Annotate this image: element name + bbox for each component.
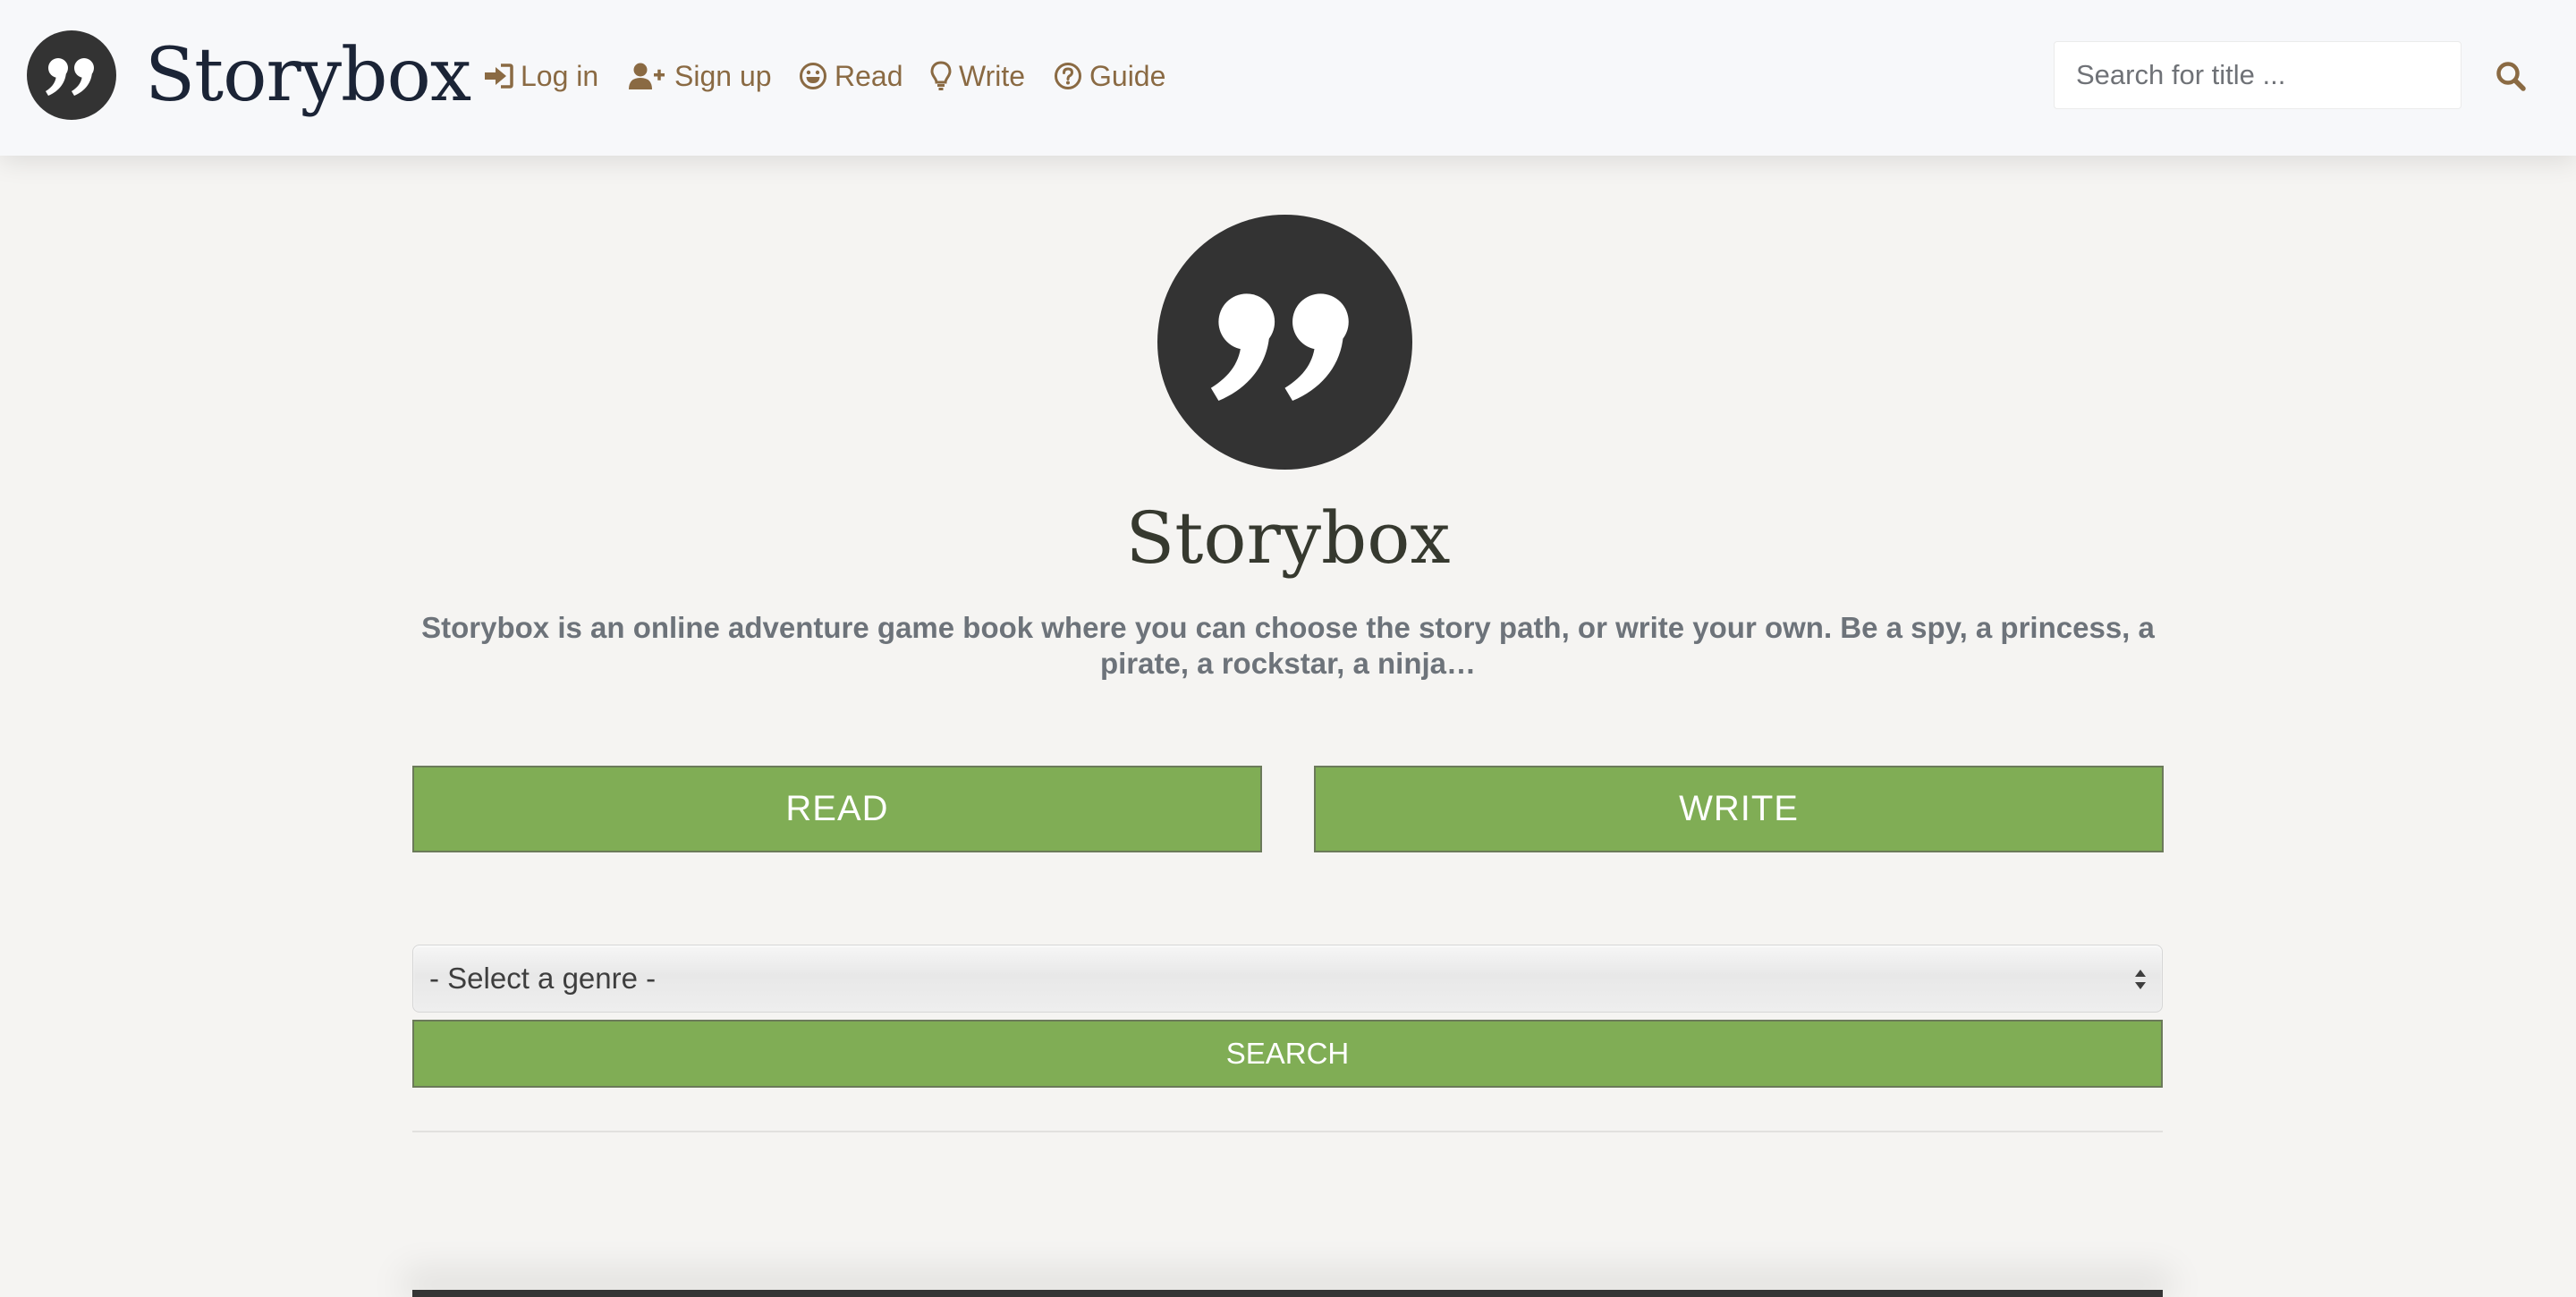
user-plus-icon: [629, 63, 665, 89]
nav-signup-link[interactable]: Sign up: [628, 54, 772, 98]
search-icon: [2496, 62, 2526, 91]
nav-guide-link[interactable]: Guide: [1054, 54, 1165, 98]
nav-read-label: Read: [835, 59, 903, 92]
hero-logo-quote-icon: [1157, 215, 1412, 470]
select-arrows-icon: [2135, 970, 2146, 989]
search-submit-button[interactable]: [2492, 57, 2531, 97]
brand-logo-quote-icon[interactable]: [27, 30, 116, 120]
question-circle-icon: [1055, 63, 1081, 89]
nav-write-label: Write: [959, 59, 1026, 92]
genre-select-value: - Select a genre -: [429, 962, 657, 995]
hero-title: Storybox: [1125, 496, 1451, 580]
top-navbar: Storybox Log in Sign up Read Write Guide…: [0, 0, 2576, 156]
genre-select[interactable]: - Select a genre -: [412, 945, 2163, 1013]
hero-description: Storybox is an online adventure game boo…: [421, 611, 2155, 680]
section-divider: [412, 1131, 2163, 1132]
footer-bar-edge: [412, 1290, 2163, 1297]
nav-read-link[interactable]: Read: [799, 54, 903, 98]
brand-name[interactable]: Storybox: [145, 27, 471, 125]
nav-guide-label: Guide: [1089, 59, 1166, 92]
read-button[interactable]: READ: [412, 766, 1262, 852]
nav-login-link[interactable]: Log in: [483, 54, 598, 98]
nav-login-label: Log in: [521, 59, 599, 92]
nav-write-link[interactable]: Write: [930, 54, 1025, 98]
genre-search-button[interactable]: SEARCH: [412, 1020, 2163, 1088]
write-button[interactable]: WRITE: [1314, 766, 2164, 852]
lightbulb-icon: [930, 61, 952, 90]
smile-icon: [800, 63, 826, 89]
title-search-input[interactable]: [2054, 41, 2462, 109]
nav-signup-label: Sign up: [674, 59, 772, 92]
sign-in-icon: [485, 64, 513, 89]
